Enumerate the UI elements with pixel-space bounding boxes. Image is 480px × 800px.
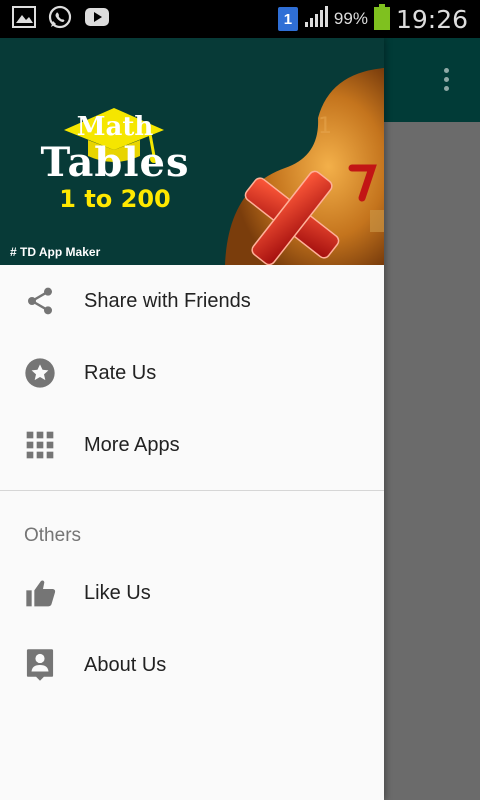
title-range: 1 to 200 [59,185,171,213]
title-tables: Tables [40,139,190,186]
star-icon [0,357,84,389]
share-icon [0,285,84,317]
app-title-logo: Math Tables 1 to 200 [30,113,200,213]
menu-item-label: Rate Us [84,361,157,384]
svg-text:1: 1 [318,114,332,139]
sim-slot-badge: 1 [277,7,298,31]
menu-item-about-us[interactable]: About Us [0,629,384,701]
drawer-secondary-list: Like Us About Us [0,557,384,701]
menu-item-more-apps[interactable]: More Apps [0,409,384,481]
navigation-drawer: 1 2 Math Tables 1 to 200 # TD App Maker [0,38,384,800]
menu-item-label: About Us [84,653,167,676]
menu-item-like-us[interactable]: Like Us [0,557,384,629]
overflow-menu-icon[interactable] [444,68,450,91]
apps-grid-icon [0,429,84,461]
youtube-icon [84,7,110,32]
signal-icon [304,5,328,33]
menu-item-label: Share with Friends [84,289,251,312]
status-bar: 1 99% 19:26 [0,0,480,38]
menu-item-rate-us[interactable]: Rate Us [0,337,384,409]
menu-item-label: More Apps [84,433,180,456]
contact-card-icon [0,648,84,682]
battery-percent: 99% [333,9,368,28]
image-icon [12,5,36,33]
section-title: Others [24,525,82,546]
drawer-header-banner: 1 2 Math Tables 1 to 200 # TD App Maker [0,38,384,265]
clock: 19:26 [395,4,468,34]
whatsapp-icon [48,5,72,34]
developer-credit: # TD App Maker [10,245,101,259]
menu-item-share-with-friends[interactable]: Share with Friends [0,265,384,337]
thumb-up-icon [0,577,84,609]
section-header-others: Others [0,491,384,557]
battery-icon [373,3,390,35]
title-math: Math [76,112,154,142]
drawer-primary-list: Share with Friends Rate Us More Apps [0,265,384,481]
menu-item-label: Like Us [84,581,151,604]
